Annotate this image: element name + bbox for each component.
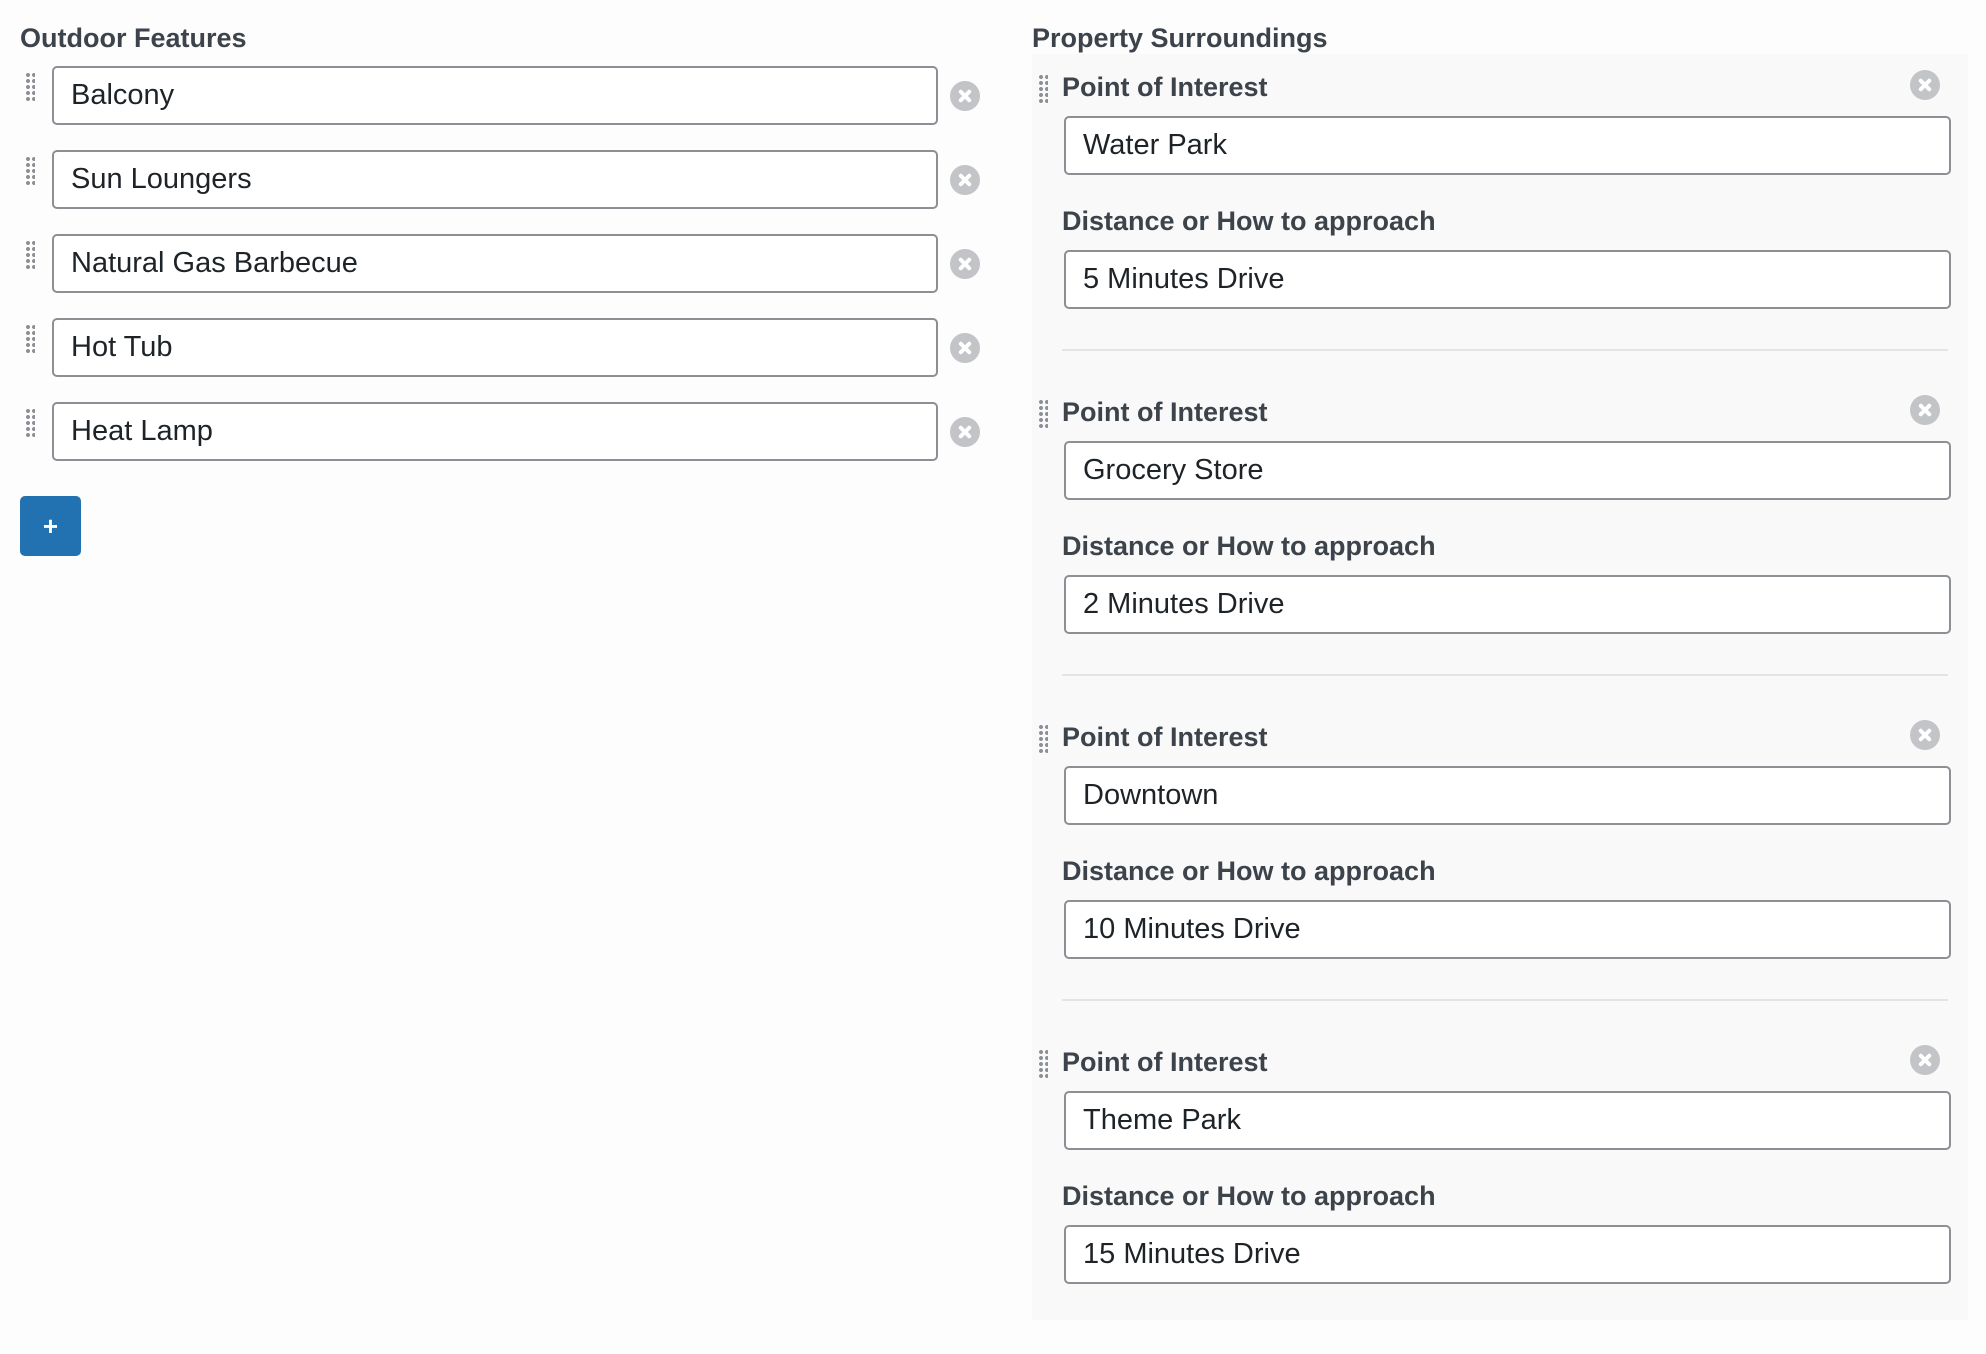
distance-label: Distance or How to approach [1062, 206, 1436, 236]
distance-label: Distance or How to approach [1062, 856, 1436, 886]
distance-input[interactable] [1064, 575, 1951, 634]
remove-icon[interactable] [1910, 395, 1940, 425]
outdoor-feature-input[interactable] [52, 318, 938, 377]
outdoor-features-list [20, 66, 980, 486]
distance-input[interactable] [1064, 250, 1951, 309]
remove-icon[interactable] [950, 333, 980, 363]
outdoor-features-title: Outdoor Features [20, 23, 247, 53]
point-of-interest-group: Point of Interest Distance or How to app… [1032, 1029, 1968, 1354]
outdoor-feature-row [20, 402, 980, 486]
point-of-interest-input[interactable] [1064, 116, 1951, 175]
point-of-interest-group: Point of Interest Distance or How to app… [1032, 54, 1968, 379]
point-of-interest-input[interactable] [1064, 1091, 1951, 1150]
point-of-interest-label: Point of Interest [1062, 397, 1268, 427]
distance-input[interactable] [1064, 900, 1951, 959]
point-of-interest-label: Point of Interest [1062, 722, 1268, 752]
drag-handle-icon[interactable] [25, 408, 35, 438]
outdoor-feature-row [20, 66, 980, 150]
outdoor-feature-input[interactable] [52, 234, 938, 293]
distance-label: Distance or How to approach [1062, 1181, 1436, 1211]
group-divider [1062, 674, 1948, 676]
point-of-interest-group: Point of Interest Distance or How to app… [1032, 704, 1968, 1029]
outdoor-feature-row [20, 150, 980, 234]
drag-handle-icon[interactable] [25, 324, 35, 354]
property-surroundings-title: Property Surroundings [1032, 23, 1328, 53]
point-of-interest-label: Point of Interest [1062, 72, 1268, 102]
outdoor-feature-input[interactable] [52, 150, 938, 209]
group-divider [1062, 999, 1948, 1001]
point-of-interest-input[interactable] [1064, 766, 1951, 825]
outdoor-feature-input[interactable] [52, 402, 938, 461]
group-divider [1062, 349, 1948, 351]
distance-label: Distance or How to approach [1062, 531, 1436, 561]
point-of-interest-group: Point of Interest Distance or How to app… [1032, 379, 1968, 704]
outdoor-feature-row [20, 234, 980, 318]
property-surroundings-panel: Point of Interest Distance or How to app… [1032, 54, 1968, 1320]
drag-handle-icon[interactable] [1038, 74, 1048, 104]
outdoor-feature-row [20, 318, 980, 402]
remove-icon[interactable] [1910, 70, 1940, 100]
drag-handle-icon[interactable] [25, 156, 35, 186]
remove-icon[interactable] [950, 81, 980, 111]
drag-handle-icon[interactable] [25, 240, 35, 270]
point-of-interest-input[interactable] [1064, 441, 1951, 500]
remove-icon[interactable] [1910, 1045, 1940, 1075]
add-outdoor-feature-button[interactable]: + [20, 496, 81, 556]
point-of-interest-label: Point of Interest [1062, 1047, 1268, 1077]
remove-icon[interactable] [950, 165, 980, 195]
drag-handle-icon[interactable] [1038, 724, 1048, 754]
drag-handle-icon[interactable] [1038, 1049, 1048, 1079]
outdoor-feature-input[interactable] [52, 66, 938, 125]
remove-icon[interactable] [950, 249, 980, 279]
drag-handle-icon[interactable] [1038, 399, 1048, 429]
remove-icon[interactable] [1910, 720, 1940, 750]
remove-icon[interactable] [950, 417, 980, 447]
drag-handle-icon[interactable] [25, 72, 35, 102]
distance-input[interactable] [1064, 1225, 1951, 1284]
